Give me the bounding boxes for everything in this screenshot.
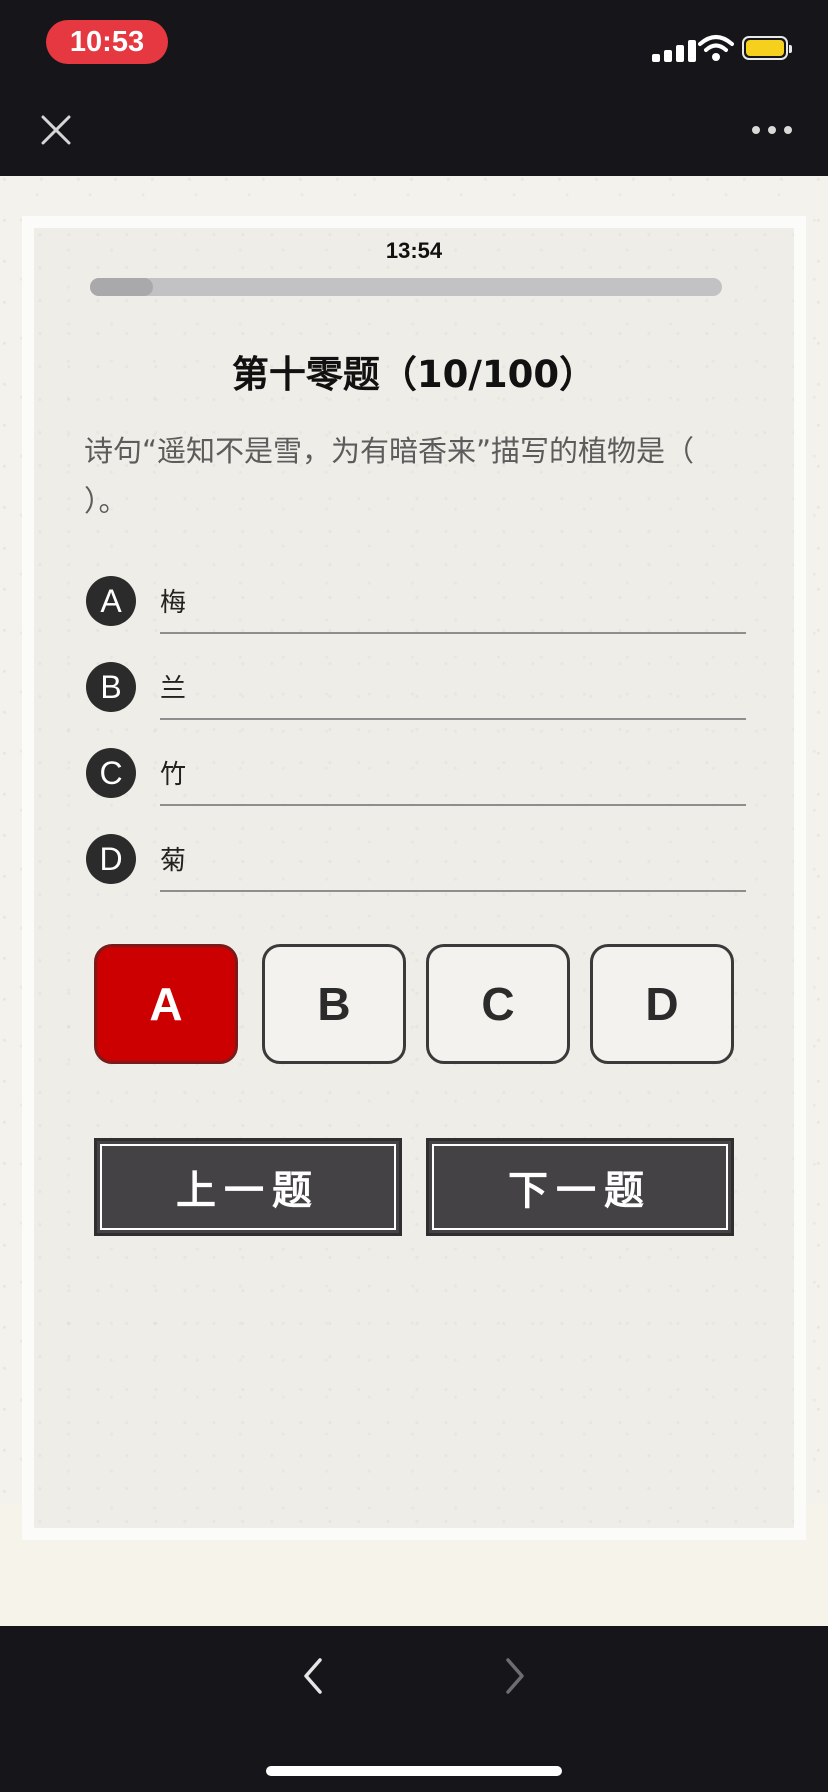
option-badge-d: D: [86, 834, 136, 884]
back-arrow-icon[interactable]: [300, 1656, 326, 1696]
option-badge-a: A: [86, 576, 136, 626]
progress-bar: [90, 278, 722, 296]
answer-button-a[interactable]: A: [94, 944, 238, 1064]
option-text-b: 兰: [160, 674, 187, 704]
option-text-a: 梅: [160, 588, 187, 618]
battery-icon: [742, 36, 792, 60]
option-underline: [160, 718, 746, 720]
option-c[interactable]: C 竹: [86, 744, 746, 806]
home-indicator: [266, 1766, 562, 1776]
option-underline: [160, 632, 746, 634]
progress-fill: [90, 278, 154, 296]
signal-icon: [652, 38, 704, 62]
option-underline: [160, 890, 746, 892]
more-icon[interactable]: [752, 126, 792, 136]
wifi-icon: [698, 35, 734, 61]
answer-button-d[interactable]: D: [590, 944, 734, 1064]
option-badge-c: C: [86, 748, 136, 798]
close-icon[interactable]: [40, 114, 72, 146]
question-title: 第十零题（10/100）: [231, 353, 597, 396]
answer-button-c[interactable]: C: [426, 944, 570, 1064]
forward-arrow-icon[interactable]: [502, 1656, 528, 1696]
question-text: 诗句“遥知不是雪，为有暗香来”描写的植物是（ ）。: [84, 434, 695, 518]
option-text-d: 菊: [160, 846, 187, 876]
next-question-button[interactable]: 下一题: [426, 1138, 734, 1236]
prev-question-button[interactable]: 上一题: [94, 1138, 402, 1236]
option-badge-b: B: [86, 662, 136, 712]
option-underline: [160, 804, 746, 806]
option-b[interactable]: B 兰: [86, 658, 746, 720]
status-time: 10:53: [46, 20, 168, 64]
option-a[interactable]: A 梅: [86, 572, 746, 634]
answer-button-b[interactable]: B: [262, 944, 406, 1064]
option-d[interactable]: D 菊: [86, 830, 746, 892]
countdown-timer: 13:54: [385, 238, 443, 263]
option-text-c: 竹: [160, 760, 187, 790]
